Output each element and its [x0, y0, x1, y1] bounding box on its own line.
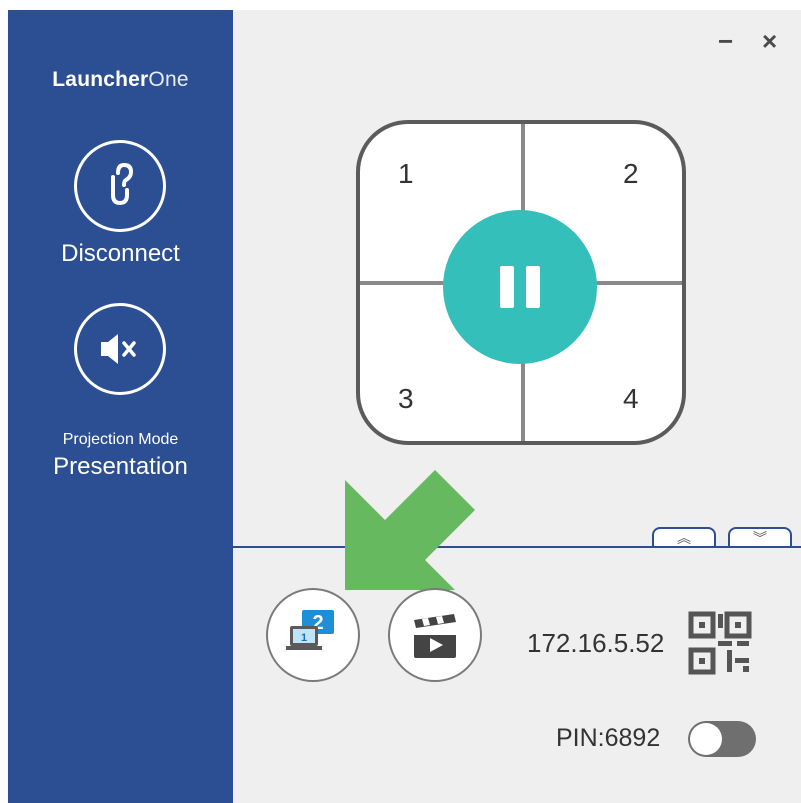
brand-light: One [148, 68, 189, 91]
extend-screen-small-number: 1 [301, 632, 307, 644]
disconnect-label: Disconnect [61, 240, 180, 267]
qr-code-icon[interactable] [687, 610, 753, 676]
quadrant-4-label: 4 [623, 383, 639, 414]
extend-screen-icon: 2 1 [286, 610, 334, 650]
quadrant-1-label: 1 [398, 158, 414, 189]
quadrant-2-label: 2 [623, 158, 639, 189]
pin-toggle[interactable] [688, 721, 756, 757]
brand-logo: LauncherOne [8, 68, 233, 92]
pin-toggle-knob [690, 723, 722, 755]
launcher-window: LauncherOne Disconnect Projection Mode P… [0, 0, 801, 803]
projection-mode-value: Presentation [53, 453, 188, 480]
pause-button[interactable] [443, 210, 597, 364]
close-button[interactable]: × [762, 28, 777, 54]
extend-screen-button[interactable]: 2 1 [266, 588, 360, 682]
pause-icon [500, 266, 514, 308]
disconnect-button[interactable]: Disconnect [8, 140, 233, 280]
ip-address: 172.16.5.52 [527, 628, 665, 658]
sidebar: LauncherOne Disconnect Projection Mode P… [8, 10, 233, 803]
clapperboard-icon [414, 614, 456, 658]
collapse-tab-button[interactable]: ︾ [728, 527, 792, 547]
pin-label: PIN:6892 [556, 724, 661, 752]
pause-icon-bar [526, 266, 540, 308]
brand-bold: Launcher [52, 68, 149, 91]
projection-mode-label: Projection Mode [62, 431, 179, 448]
media-player-button[interactable] [388, 588, 482, 682]
projection-mode-button[interactable]: Projection Mode Presentation [8, 303, 233, 493]
mute-icon [74, 303, 166, 395]
link-question-icon [74, 140, 166, 232]
minimize-button[interactable]: − [718, 28, 733, 54]
expand-tab-button[interactable]: ︽ [652, 527, 716, 547]
quadrant-3-label: 3 [398, 383, 414, 414]
